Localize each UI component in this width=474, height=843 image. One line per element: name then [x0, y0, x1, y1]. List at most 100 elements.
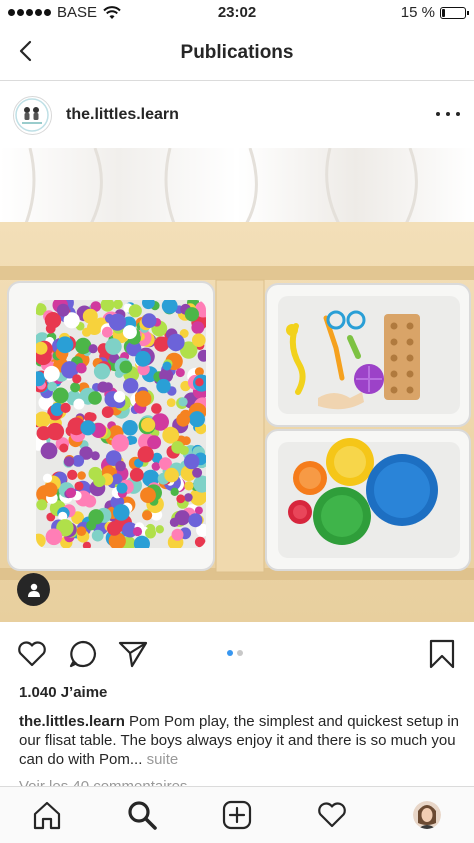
pom-pom [65, 487, 77, 498]
pom-pom [184, 493, 193, 502]
pom-pom [122, 420, 138, 436]
pom-pom [176, 494, 186, 504]
pom-pom [74, 481, 84, 491]
pom-pom [43, 365, 60, 382]
pom-pom [101, 406, 114, 418]
pom-pom [93, 363, 111, 380]
avatar-image [15, 98, 49, 132]
pom-pom [67, 469, 78, 480]
pom-pom [113, 391, 126, 403]
pom-pom [178, 397, 188, 407]
comment-icon[interactable] [67, 638, 99, 670]
nav-bar: Publications [0, 26, 474, 81]
pom-pom [101, 326, 113, 338]
activity-heart-icon[interactable] [316, 799, 348, 831]
pom-pom [73, 398, 85, 410]
pom-pom [56, 336, 74, 354]
pom-pom [135, 390, 152, 407]
pom-pom [77, 471, 86, 480]
pom-pom [162, 361, 172, 371]
pom-pom [82, 308, 98, 324]
heart-icon[interactable] [16, 638, 48, 670]
pom-pom [40, 442, 58, 460]
battery-icon [440, 6, 469, 19]
pom-pom [75, 337, 92, 355]
pom-pom [105, 338, 122, 355]
pom-pom [162, 426, 180, 444]
pom-pom [116, 482, 128, 494]
pom-pom [115, 460, 126, 472]
post-username[interactable]: the.littles.learn [66, 106, 179, 124]
pom-pom [76, 526, 87, 536]
pom-pom [192, 333, 206, 347]
pom-pom [189, 411, 205, 428]
pom-pom [108, 313, 126, 331]
post-caption: the.littles.learn Pom Pom play, the simp… [19, 712, 459, 769]
pom-pom [36, 499, 48, 511]
pom-pom [192, 467, 203, 478]
status-right: 15 % [400, 4, 469, 21]
pom-pom [154, 336, 170, 352]
pom-pom [171, 528, 184, 541]
pom-pom [59, 443, 69, 453]
pom-pom [171, 441, 185, 454]
pom-pom [183, 453, 200, 470]
likes-count[interactable]: 1.040 J’aime [19, 684, 107, 701]
pom-pom [42, 473, 53, 483]
add-post-icon[interactable] [221, 799, 253, 831]
pom-pom [137, 446, 154, 463]
pom-pom [128, 436, 138, 445]
bookmark-icon[interactable] [426, 638, 458, 670]
pom-pom [164, 467, 179, 483]
send-icon[interactable] [117, 638, 149, 670]
pom-pom [113, 300, 123, 310]
pom-pom [132, 526, 143, 537]
carousel-dot [227, 650, 233, 656]
pom-pom [36, 341, 48, 355]
pom-pom [88, 344, 98, 354]
avatar[interactable] [13, 96, 52, 135]
pom-pom [166, 398, 176, 407]
caption-more-link[interactable]: suite [147, 751, 179, 768]
profile-avatar[interactable] [413, 801, 441, 829]
pom-pom [86, 520, 97, 531]
pom-pom [119, 360, 133, 374]
pom-pom [169, 517, 180, 527]
home-icon[interactable] [31, 799, 63, 831]
pom-pom [188, 513, 203, 528]
pom-pom [93, 474, 106, 488]
post-header: the.littles.learn [0, 82, 474, 148]
caption-username[interactable]: the.littles.learn [19, 713, 125, 730]
status-bar: BASE 23:02 15 % [0, 0, 474, 26]
post-photo[interactable] [0, 148, 474, 622]
pom-pom [111, 434, 129, 452]
user-tag-icon[interactable] [17, 573, 50, 606]
pom-pom [151, 403, 162, 414]
pom-pom [123, 378, 139, 394]
pom-pom [43, 482, 58, 498]
pom-pom [63, 456, 75, 467]
pom-pom [191, 321, 205, 334]
pom-pom [60, 402, 71, 413]
pom-pom [76, 362, 87, 374]
pom-pom [128, 304, 142, 318]
pom-pom [184, 481, 194, 491]
search-icon[interactable] [126, 799, 158, 831]
pom-pom [129, 467, 144, 482]
pom-pom [141, 417, 156, 432]
carousel-dot [237, 650, 243, 656]
flisat-table-photo [0, 148, 474, 622]
more-options-button[interactable] [436, 104, 460, 124]
pom-pom [72, 374, 82, 384]
battery-percent: 15 % [400, 4, 435, 21]
tab-bar [0, 786, 474, 843]
carousel-indicator [227, 650, 243, 656]
pom-pom [184, 307, 199, 322]
pom-pom [161, 300, 178, 314]
pom-pom [80, 420, 96, 436]
pom-pom [176, 412, 191, 427]
pom-pom [151, 462, 161, 471]
pom-pom [122, 325, 137, 340]
pom-pom [46, 422, 65, 441]
pom-pom [135, 350, 151, 367]
